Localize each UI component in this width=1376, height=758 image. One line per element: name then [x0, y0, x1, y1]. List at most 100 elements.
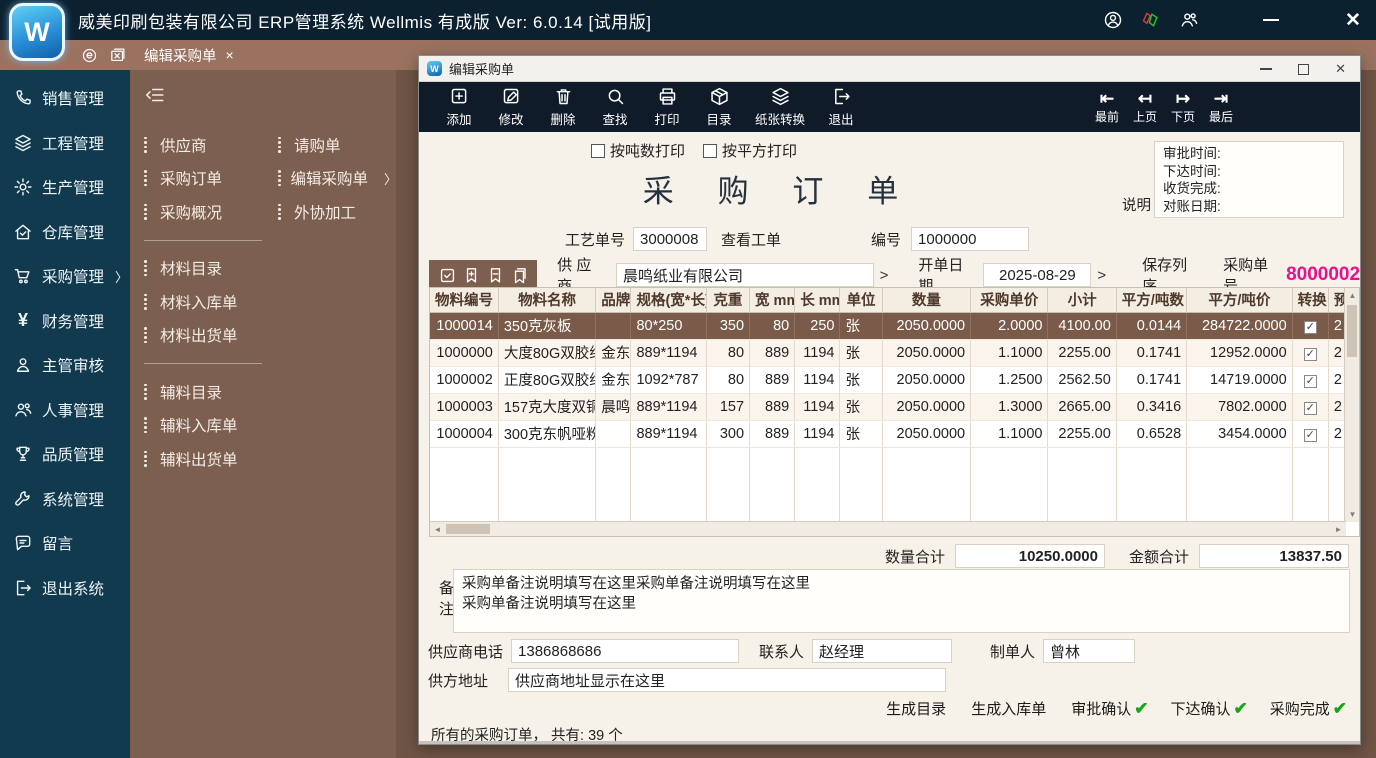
column-header[interactable]: 宽 mm	[750, 288, 795, 312]
paper-convert-button[interactable]: 纸张转换	[745, 86, 815, 128]
submenu-item-auxiliary-outbound[interactable]: 辅料出货单	[144, 442, 274, 476]
horizontal-scrollbar[interactable]: ◄ ►	[430, 521, 1346, 536]
column-header[interactable]: 预	[1328, 288, 1344, 312]
vertical-scrollbar[interactable]: ▲ ▼	[1344, 288, 1359, 522]
app-minimize-button[interactable]	[1260, 9, 1282, 31]
note-box[interactable]: 审批时间: 下达时间: 收货完成: 对账日期:	[1154, 141, 1344, 218]
vertical-scroll-thumb[interactable]	[1347, 305, 1357, 357]
contact-input[interactable]	[812, 639, 952, 663]
column-header[interactable]: 小计	[1048, 288, 1116, 312]
amount-total-input[interactable]	[1199, 544, 1349, 568]
column-header[interactable]: 转换	[1292, 288, 1328, 312]
sidebar-item-exit[interactable]: 退出系统	[0, 566, 130, 611]
supplier-picker-arrow[interactable]: >	[874, 267, 895, 284]
column-header[interactable]: 数量	[882, 288, 970, 312]
submenu-item-purchase-request[interactable]: 请购单	[278, 128, 396, 162]
window-titlebar[interactable]: W 编辑采购单 ✕	[419, 56, 1360, 82]
convert-checkbox[interactable]: ✓	[1304, 375, 1317, 388]
delete-button[interactable]: 删除	[537, 86, 589, 128]
table-row[interactable]: 1000000大度80G双胶纸金东889*1194808891194张2050.…	[430, 339, 1345, 366]
submenu-item-outsourcing[interactable]: 外协加工	[278, 195, 396, 229]
approve-confirm-button[interactable]: 审批确认✔	[1071, 698, 1148, 719]
release-confirm-button[interactable]: 下达确认✔	[1170, 698, 1247, 719]
sidebar-item-engineering[interactable]: 工程管理	[0, 121, 130, 166]
convert-checkbox[interactable]: ✓	[1304, 348, 1317, 361]
bookmark-copy-icon[interactable]	[510, 266, 529, 285]
submenu-item-purchase-orders[interactable]: 采购订单	[144, 162, 274, 196]
column-header[interactable]: 采购单价	[971, 288, 1048, 312]
collapse-menu-icon[interactable]	[144, 84, 168, 108]
submenu-item-auxiliary-catalog[interactable]: 辅料目录	[144, 375, 274, 409]
search-button[interactable]: 查找	[589, 86, 641, 128]
table-row[interactable]: 1000004300克东帆哑粉889*11943008891194张2050.0…	[430, 420, 1345, 447]
maker-input[interactable]	[1043, 639, 1135, 663]
confirm-record-icon[interactable]	[438, 266, 457, 285]
column-header[interactable]: 物料编号	[430, 288, 498, 312]
next-page-button[interactable]: ↦下页	[1164, 90, 1202, 125]
edit-button[interactable]: 修改	[485, 86, 537, 128]
purchase-complete-button[interactable]: 采购完成✔	[1270, 698, 1347, 719]
exit-button[interactable]: 退出	[815, 86, 867, 128]
sidebar-item-supervisor-review[interactable]: 主管审核	[0, 343, 130, 388]
window-minimize-button[interactable]	[1260, 68, 1272, 70]
user-account-icon[interactable]	[1102, 9, 1124, 31]
column-header[interactable]: 品牌	[596, 288, 631, 312]
submenu-item-material-outbound[interactable]: 材料出货单	[144, 319, 274, 353]
order-date-input[interactable]	[983, 263, 1091, 287]
submenu-item-edit-purchase-order[interactable]: 编辑采购单〉	[278, 162, 396, 196]
column-header[interactable]: 规格(宽*长)	[631, 288, 706, 312]
bookmark-add-icon[interactable]	[462, 266, 481, 285]
table-row[interactable]: 1000002正度80G双胶纸金东1092*787808891194张2050.…	[430, 366, 1345, 393]
sidebar-item-quality[interactable]: 品质管理	[0, 432, 130, 477]
scroll-down-icon[interactable]: ▼	[1345, 507, 1360, 522]
submenu-item-purchase-overview[interactable]: 采购概况	[144, 195, 274, 229]
scroll-up-icon[interactable]: ▲	[1345, 288, 1360, 303]
horizontal-scroll-thumb[interactable]	[446, 524, 490, 534]
bookmark-remove-icon[interactable]	[486, 266, 505, 285]
app-close-button[interactable]: ✕	[1342, 9, 1364, 31]
process-no-input[interactable]	[633, 227, 707, 251]
qty-total-input[interactable]	[955, 544, 1105, 568]
view-work-order-button[interactable]: 查看工单	[721, 229, 781, 250]
sidebar-item-hr[interactable]: 人事管理	[0, 388, 130, 433]
sidebar-item-system[interactable]: 系统管理	[0, 477, 130, 522]
print-by-sqm-checkbox[interactable]: 按平方打印	[703, 140, 797, 161]
date-picker-arrow[interactable]: >	[1091, 267, 1112, 284]
prev-page-button[interactable]: ↤上页	[1126, 90, 1164, 125]
print-by-tons-checkbox[interactable]: 按吨数打印	[591, 140, 685, 161]
last-record-button[interactable]: ⇥最后	[1202, 90, 1240, 125]
close-windows-icon[interactable]	[106, 45, 128, 65]
supplier-phone-input[interactable]	[511, 639, 739, 663]
link-icon[interactable]	[78, 45, 100, 65]
sidebar-item-sales[interactable]: 销售管理	[0, 76, 130, 121]
sidebar-item-messages[interactable]: 留言	[0, 521, 130, 566]
first-record-button[interactable]: ⇤最前	[1088, 90, 1126, 125]
add-button[interactable]: 添加	[433, 86, 485, 128]
window-close-button[interactable]: ✕	[1335, 61, 1346, 77]
supplier-address-input[interactable]	[508, 668, 946, 692]
sidebar-item-warehouse[interactable]: 仓库管理	[0, 210, 130, 255]
print-button[interactable]: 打印	[641, 86, 693, 128]
column-header[interactable]: 物料名称	[498, 288, 595, 312]
submenu-item-suppliers[interactable]: 供应商	[144, 128, 274, 162]
users-icon[interactable]	[1178, 9, 1200, 31]
submenu-item-material-inbound[interactable]: 材料入库单	[144, 285, 274, 319]
column-header[interactable]: 平方/吨数	[1116, 288, 1186, 312]
column-header[interactable]: 单位	[840, 288, 882, 312]
table-row[interactable]: 1000014350克灰板80*25035080250张2050.00002.0…	[430, 312, 1345, 339]
sidebar-item-purchasing[interactable]: 采购管理 〉	[0, 254, 130, 299]
table-row[interactable]: 1000003157克大度双铜晨鸣889*11941578891194张2050…	[430, 393, 1345, 420]
scroll-left-icon[interactable]: ◄	[430, 522, 445, 537]
tab-edit-purchase-order[interactable]: 编辑采购单 ×	[134, 40, 244, 70]
submenu-item-material-catalog[interactable]: 材料目录	[144, 252, 274, 286]
window-maximize-button[interactable]	[1298, 64, 1309, 75]
convert-checkbox[interactable]: ✓	[1304, 321, 1317, 334]
sidebar-item-production[interactable]: 生产管理	[0, 165, 130, 210]
generate-catalog-button[interactable]: 生成目录	[886, 698, 949, 719]
modules-icon[interactable]	[1140, 9, 1162, 31]
order-no-input[interactable]	[911, 227, 1029, 251]
catalog-button[interactable]: 目录	[693, 86, 745, 128]
remark-box[interactable]: 采购单备注说明填写在这里采购单备注说明填写在这里 采购单备注说明填写在这里	[453, 569, 1350, 633]
submenu-item-auxiliary-inbound[interactable]: 辅料入库单	[144, 409, 274, 443]
generate-inbound-button[interactable]: 生成入库单	[971, 698, 1049, 719]
